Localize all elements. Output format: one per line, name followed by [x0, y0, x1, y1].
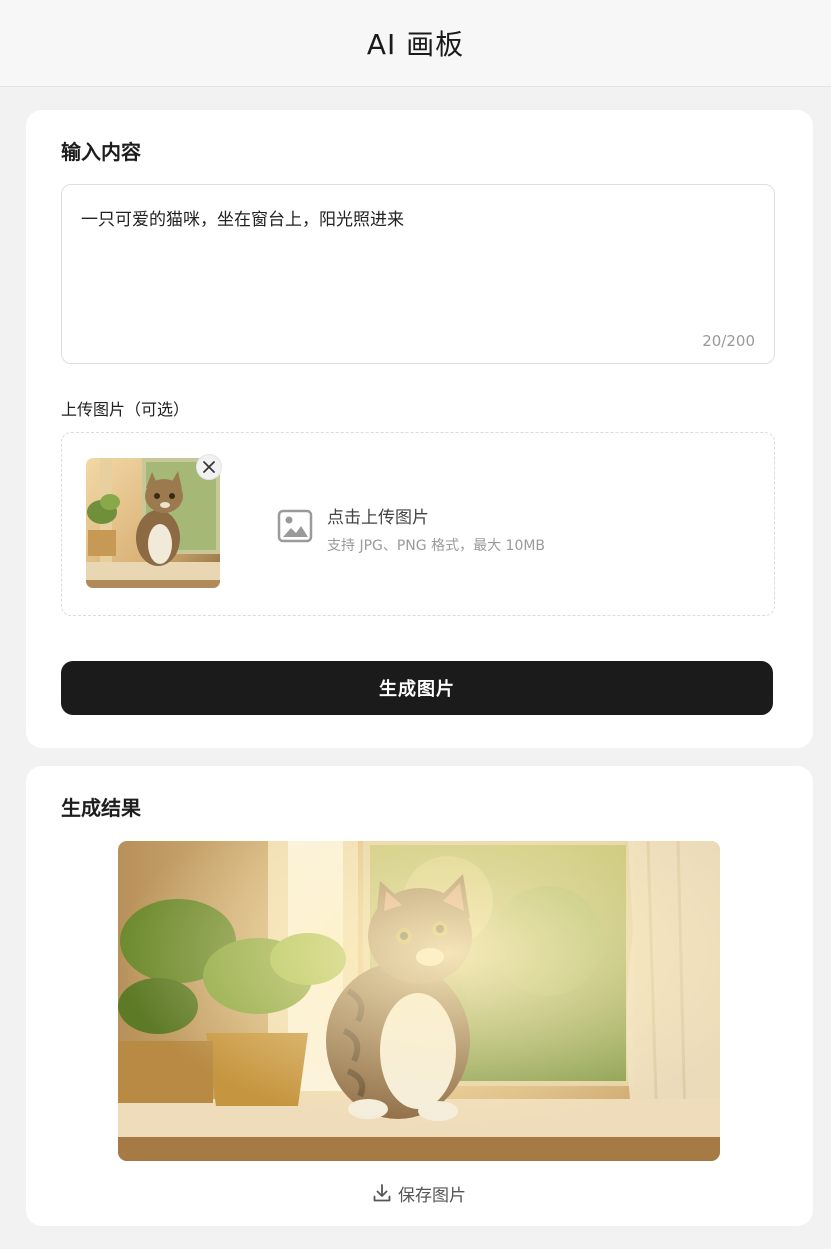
- upload-title: 点击上传图片: [327, 508, 429, 528]
- prompt-textarea[interactable]: 一只可爱的猫咪，坐在窗台上，阳光照进来 20/200: [61, 184, 775, 364]
- prompt-text[interactable]: 一只可爱的猫咪，坐在窗台上，阳光照进来: [81, 205, 404, 230]
- image-icon: [277, 509, 313, 543]
- generate-image-button[interactable]: 生成图片: [61, 661, 773, 715]
- generated-image: [118, 841, 720, 1161]
- remove-image-button[interactable]: [196, 454, 222, 480]
- result-section-title: 生成结果: [61, 796, 141, 820]
- uploaded-thumbnail: [86, 458, 220, 588]
- page-title: AI 画板: [366, 28, 465, 61]
- download-icon: [373, 1184, 391, 1202]
- input-card: 输入内容 一只可爱的猫咪，坐在窗台上，阳光照进来 20/200 上传图片（可选）: [26, 110, 813, 748]
- result-card: 生成结果 保存图片: [26, 766, 813, 1226]
- save-label: 保存图片: [398, 1185, 466, 1206]
- input-section-title: 输入内容: [61, 140, 141, 164]
- app-header: AI 画板: [0, 0, 831, 87]
- upload-hint: 支持 JPG、PNG 格式，最大 10MB: [327, 538, 546, 554]
- upload-image-trigger[interactable]: 点击上传图片 支持 JPG、PNG 格式，最大 10MB: [277, 503, 597, 554]
- char-counter: 20/200: [702, 332, 755, 350]
- upload-dropzone[interactable]: 点击上传图片 支持 JPG、PNG 格式，最大 10MB: [61, 432, 775, 616]
- upload-label: 上传图片（可选）: [61, 400, 190, 419]
- save-image-button[interactable]: 保存图片: [372, 1179, 466, 1207]
- close-icon: [203, 461, 215, 473]
